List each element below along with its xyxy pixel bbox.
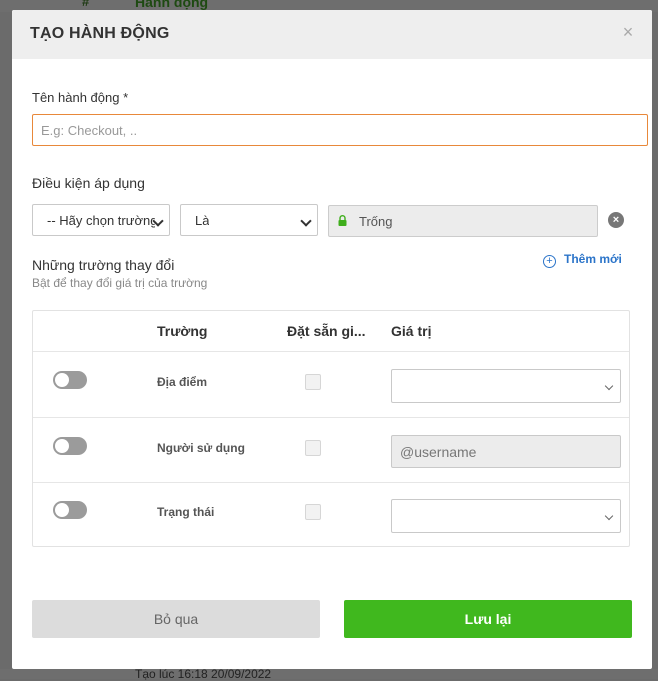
row-divider <box>33 417 629 418</box>
action-name-label: Tên hành động * <box>32 90 129 105</box>
field-name-location: Địa điểm <box>157 375 208 389</box>
remove-circle-icon[interactable]: × <box>608 212 624 228</box>
value-select-location[interactable] <box>391 369 621 403</box>
background-page-bottom <box>0 669 658 679</box>
fields-table: Trường Đặt sẵn gi... Giá trị Địa điểm Ng… <box>32 310 630 547</box>
chevron-down-icon <box>604 511 614 521</box>
header-field: Trường <box>157 323 208 339</box>
condition-value-text: Trống <box>359 214 393 229</box>
chevron-down-icon <box>300 215 312 227</box>
field-name-user: Người sử dụng <box>157 441 245 455</box>
field-name-status: Trạng thái <box>157 505 215 519</box>
save-button[interactable]: Lưu lại <box>344 600 632 638</box>
background-column-title: Hành động <box>135 0 209 10</box>
chevron-down-icon <box>604 381 614 391</box>
changes-subtitle: Bật để thay đổi giá trị của trường <box>32 276 208 290</box>
preset-checkbox-status[interactable] <box>305 504 321 520</box>
row-divider <box>33 482 629 483</box>
changes-title: Những trường thay đổi <box>32 257 175 273</box>
condition-value-box: Trống <box>328 205 598 237</box>
header-preset: Đặt sẵn gi... <box>287 323 366 339</box>
preset-checkbox-user[interactable] <box>305 440 321 456</box>
condition-operator-value: Là <box>195 213 210 228</box>
skip-button[interactable]: Bỏ qua <box>32 600 320 638</box>
plus-circle-icon: + <box>543 255 556 268</box>
value-select-status[interactable] <box>391 499 621 533</box>
condition-field-select[interactable]: -- Hãy chọn trường -- <box>32 204 170 236</box>
lock-icon <box>338 215 347 226</box>
toggle-user[interactable] <box>53 437 87 455</box>
close-icon[interactable]: × <box>618 22 638 42</box>
condition-label: Điều kiện áp dụng <box>32 175 145 191</box>
add-new-link[interactable]: + Thêm mới <box>543 252 622 268</box>
create-action-modal: TẠO HÀNH ĐỘNG × Tên hành động * Điều kiệ… <box>12 10 652 669</box>
action-name-input[interactable] <box>32 114 648 146</box>
background-column-hash: # <box>82 0 90 9</box>
modal-title: TẠO HÀNH ĐỘNG <box>30 25 170 42</box>
value-input-user[interactable]: @username <box>391 435 621 468</box>
header-value: Giá trị <box>391 323 432 339</box>
preset-checkbox-location[interactable] <box>305 374 321 390</box>
toggle-status[interactable] <box>53 501 87 519</box>
condition-operator-select[interactable]: Là <box>180 204 318 236</box>
row-divider <box>33 351 629 352</box>
condition-field-value: -- Hãy chọn trường -- <box>47 213 155 228</box>
toggle-location[interactable] <box>53 371 87 389</box>
modal-header: TẠO HÀNH ĐỘNG × <box>12 10 652 59</box>
add-new-label: Thêm mới <box>564 252 622 266</box>
